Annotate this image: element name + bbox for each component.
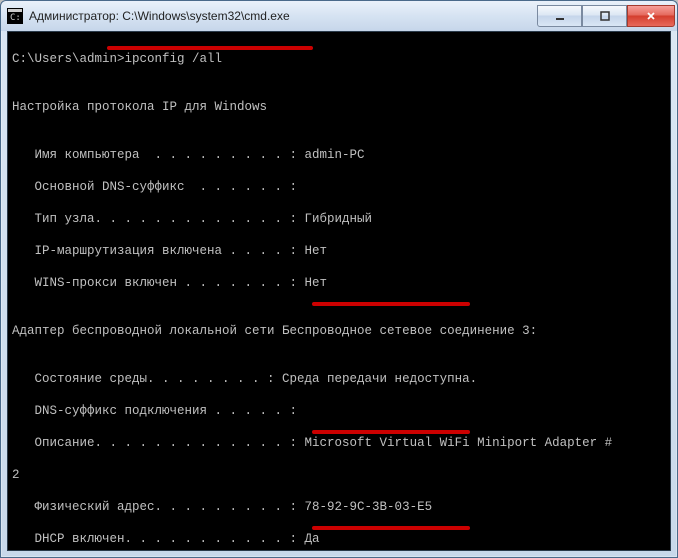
prompt-line: C:\Users\admin>ipconfig /all bbox=[12, 51, 666, 67]
output-line: Состояние среды. . . . . . . . : Среда п… bbox=[12, 371, 666, 387]
output-line: Основной DNS-суффикс . . . . . . : bbox=[12, 179, 666, 195]
output-line: 2 bbox=[12, 467, 666, 483]
output-line: DNS-суффикс подключения . . . . . : bbox=[12, 403, 666, 419]
prompt-command: ipconfig /all bbox=[125, 52, 223, 66]
svg-text:C:: C: bbox=[10, 13, 21, 23]
output-heading: Настройка протокола IP для Windows bbox=[12, 99, 666, 115]
highlight-underline bbox=[312, 526, 470, 530]
close-button[interactable] bbox=[627, 5, 675, 27]
titlebar[interactable]: C: Администратор: C:\Windows\system32\cm… bbox=[1, 1, 677, 31]
mac-address-line: Физический адрес. . . . . . . . . : 78-9… bbox=[12, 499, 666, 515]
cmd-window: C: Администратор: C:\Windows\system32\cm… bbox=[0, 0, 678, 558]
output-line: Имя компьютера . . . . . . . . . : admin… bbox=[12, 147, 666, 163]
window-title: Администратор: C:\Windows\system32\cmd.e… bbox=[29, 9, 537, 23]
output-line: WINS-прокси включен . . . . . . . : Нет bbox=[12, 275, 666, 291]
prompt-path: C:\Users\admin> bbox=[12, 52, 125, 66]
output-line: IP-маршрутизация включена . . . . : Нет bbox=[12, 243, 666, 259]
adapter-title: Адаптер беспроводной локальной сети Бесп… bbox=[12, 323, 666, 339]
cmd-icon: C: bbox=[7, 8, 23, 24]
highlight-underline bbox=[312, 430, 470, 434]
minimize-button[interactable] bbox=[537, 5, 582, 27]
output-line: Тип узла. . . . . . . . . . . . . : Гибр… bbox=[12, 211, 666, 227]
output-line: Описание. . . . . . . . . . . . . : Micr… bbox=[12, 435, 666, 451]
terminal-viewport[interactable]: C:\Users\admin>ipconfig /all Настройка п… bbox=[7, 31, 671, 551]
maximize-button[interactable] bbox=[582, 5, 627, 27]
highlight-underline bbox=[107, 46, 313, 50]
highlight-underline bbox=[312, 302, 470, 306]
output-line: DHCP включен. . . . . . . . . . . : Да bbox=[12, 531, 666, 547]
window-buttons bbox=[537, 5, 675, 27]
